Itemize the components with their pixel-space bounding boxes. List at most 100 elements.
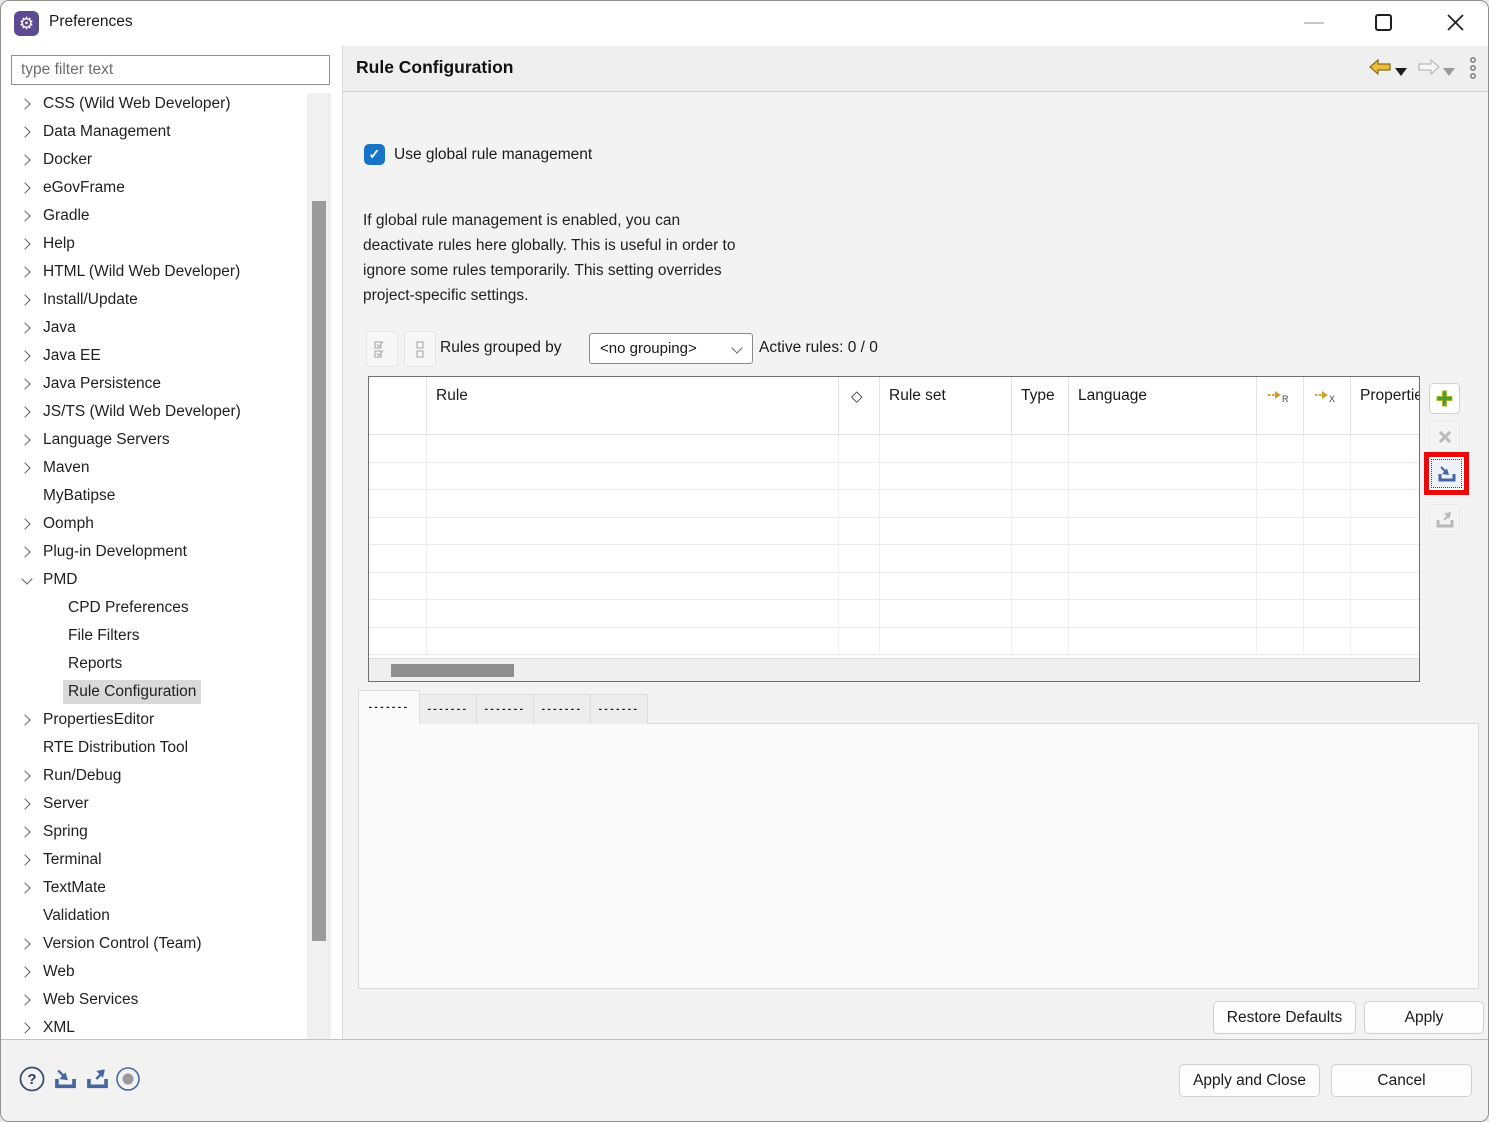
sidebar-item-egovframe[interactable]: eGovFrame bbox=[1, 174, 342, 202]
chevron-right-icon[interactable] bbox=[15, 828, 38, 836]
chevron-right-icon[interactable] bbox=[15, 464, 38, 472]
sidebar-item-pmd[interactable]: PMD bbox=[1, 566, 342, 594]
chevron-right-icon[interactable] bbox=[15, 884, 38, 892]
sidebar-item-web[interactable]: Web bbox=[1, 958, 342, 986]
forward-history-dropdown-icon[interactable] bbox=[1443, 63, 1455, 81]
chevron-right-icon[interactable] bbox=[15, 324, 38, 332]
sidebar-item-java-persistence[interactable]: Java Persistence bbox=[1, 370, 342, 398]
column-header-priority[interactable]: ◇ bbox=[839, 377, 880, 434]
scrollbar-thumb[interactable] bbox=[312, 201, 326, 941]
column-header-checkbox[interactable] bbox=[369, 377, 427, 434]
column-header-properties[interactable]: Properties bbox=[1351, 377, 1419, 434]
help-button[interactable]: ? bbox=[19, 1066, 45, 1097]
preference-recorder-button[interactable] bbox=[115, 1066, 141, 1097]
cancel-button[interactable]: Cancel bbox=[1331, 1064, 1472, 1097]
chevron-right-icon[interactable] bbox=[15, 184, 38, 192]
chevron-right-icon[interactable] bbox=[15, 128, 38, 136]
scrollbar-thumb[interactable] bbox=[391, 664, 514, 677]
export-ruleset-button[interactable] bbox=[1429, 504, 1460, 535]
sidebar-item-propertieseditor[interactable]: PropertiesEditor bbox=[1, 706, 342, 734]
sidebar-item-run-debug[interactable]: Run/Debug bbox=[1, 762, 342, 790]
chevron-right-icon[interactable] bbox=[15, 520, 38, 528]
detail-tab-5[interactable]: ------- bbox=[591, 694, 648, 724]
sidebar-item-file-filters[interactable]: File Filters bbox=[1, 622, 342, 650]
rule-table[interactable]: Rule◇Rule setTypeLanguageRXProperties bbox=[368, 376, 1420, 682]
sidebar-item-maven[interactable]: Maven bbox=[1, 454, 342, 482]
chevron-right-icon[interactable] bbox=[15, 408, 38, 416]
column-header-rule[interactable]: Rule bbox=[427, 377, 839, 434]
sidebar-item-spring[interactable]: Spring bbox=[1, 818, 342, 846]
sidebar-item-css-wild-web-developer[interactable]: CSS (Wild Web Developer) bbox=[1, 90, 342, 118]
sidebar-item-server[interactable]: Server bbox=[1, 790, 342, 818]
chevron-right-icon[interactable] bbox=[15, 268, 38, 276]
detail-tab-4[interactable]: ------- bbox=[534, 694, 591, 724]
sidebar-item-docker[interactable]: Docker bbox=[1, 146, 342, 174]
sidebar-item-terminal[interactable]: Terminal bbox=[1, 846, 342, 874]
chevron-right-icon[interactable] bbox=[15, 240, 38, 248]
chevron-right-icon[interactable] bbox=[15, 212, 38, 220]
chevron-right-icon[interactable] bbox=[15, 940, 38, 948]
sidebar-item-data-management[interactable]: Data Management bbox=[1, 118, 342, 146]
apply-and-close-button[interactable]: Apply and Close bbox=[1179, 1064, 1320, 1097]
sidebar-item-language-servers[interactable]: Language Servers bbox=[1, 426, 342, 454]
sidebar-item-xml[interactable]: XML bbox=[1, 1014, 342, 1039]
minimize-button[interactable] bbox=[1304, 22, 1324, 24]
column-header-type[interactable]: Type bbox=[1012, 377, 1069, 434]
chevron-right-icon[interactable] bbox=[15, 296, 38, 304]
chevron-right-icon[interactable] bbox=[15, 100, 38, 108]
uncheck-all-rules-button[interactable] bbox=[404, 331, 436, 367]
chevron-right-icon[interactable] bbox=[15, 436, 38, 444]
sidebar-item-rte-distribution-tool[interactable]: RTE Distribution Tool bbox=[1, 734, 342, 762]
close-button[interactable] bbox=[1447, 14, 1464, 31]
chevron-right-icon[interactable] bbox=[15, 1024, 38, 1032]
table-horizontal-scrollbar[interactable] bbox=[369, 658, 1419, 681]
chevron-right-icon[interactable] bbox=[15, 800, 38, 808]
back-history-dropdown-icon[interactable] bbox=[1395, 63, 1407, 81]
use-global-rule-checkbox[interactable] bbox=[364, 144, 385, 165]
sidebar-item-java[interactable]: Java bbox=[1, 314, 342, 342]
sidebar-item-js-ts-wild-web-developer[interactable]: JS/TS (Wild Web Developer) bbox=[1, 398, 342, 426]
chevron-right-icon[interactable] bbox=[15, 156, 38, 164]
chevron-right-icon[interactable] bbox=[15, 352, 38, 360]
forward-arrow-icon[interactable] bbox=[1418, 59, 1440, 80]
column-header-rule-set[interactable]: Rule set bbox=[880, 377, 1012, 434]
check-all-rules-button[interactable] bbox=[366, 331, 398, 367]
sidebar-item-rule-configuration[interactable]: Rule Configuration bbox=[1, 678, 342, 706]
detail-tab-3[interactable]: ------- bbox=[477, 694, 534, 724]
column-header-ref-x[interactable]: X bbox=[1304, 377, 1351, 434]
sidebar-item-textmate[interactable]: TextMate bbox=[1, 874, 342, 902]
chevron-right-icon[interactable] bbox=[15, 996, 38, 1004]
delete-rule-button[interactable] bbox=[1429, 421, 1460, 452]
sidebar-item-plug-in-development[interactable]: Plug-in Development bbox=[1, 538, 342, 566]
chevron-right-icon[interactable] bbox=[15, 968, 38, 976]
apply-button[interactable]: Apply bbox=[1364, 1001, 1484, 1034]
chevron-right-icon[interactable] bbox=[15, 548, 38, 556]
filter-input[interactable] bbox=[11, 55, 330, 85]
sidebar-scrollbar[interactable] bbox=[307, 93, 331, 1039]
chevron-right-icon[interactable] bbox=[15, 716, 38, 724]
import-ruleset-button[interactable] bbox=[1431, 459, 1462, 488]
detail-tab-1[interactable]: ------- bbox=[358, 690, 420, 724]
add-rule-button[interactable] bbox=[1429, 383, 1460, 414]
restore-defaults-button[interactable]: Restore Defaults bbox=[1213, 1001, 1356, 1034]
title-bar[interactable]: ⚙ Preferences bbox=[1, 1, 1488, 46]
sidebar-item-html-wild-web-developer[interactable]: HTML (Wild Web Developer) bbox=[1, 258, 342, 286]
chevron-right-icon[interactable] bbox=[15, 856, 38, 864]
column-header-ref-r[interactable]: R bbox=[1257, 377, 1304, 434]
sidebar-item-reports[interactable]: Reports bbox=[1, 650, 342, 678]
sidebar-item-install-update[interactable]: Install/Update bbox=[1, 286, 342, 314]
sidebar-item-cpd-preferences[interactable]: CPD Preferences bbox=[1, 594, 342, 622]
maximize-button[interactable] bbox=[1375, 14, 1392, 31]
grouping-dropdown[interactable]: <no grouping> bbox=[589, 333, 753, 364]
view-menu-kebab-icon[interactable] bbox=[1469, 57, 1477, 86]
sidebar-item-version-control-team[interactable]: Version Control (Team) bbox=[1, 930, 342, 958]
export-preferences-button[interactable] bbox=[85, 1068, 110, 1095]
sidebar-item-validation[interactable]: Validation bbox=[1, 902, 342, 930]
chevron-down-icon[interactable] bbox=[15, 578, 38, 583]
sidebar-item-help[interactable]: Help bbox=[1, 230, 342, 258]
chevron-right-icon[interactable] bbox=[15, 380, 38, 388]
chevron-right-icon[interactable] bbox=[15, 772, 38, 780]
column-header-language[interactable]: Language bbox=[1069, 377, 1257, 434]
import-preferences-button[interactable] bbox=[53, 1068, 78, 1095]
sidebar-item-mybatipse[interactable]: MyBatipse bbox=[1, 482, 342, 510]
